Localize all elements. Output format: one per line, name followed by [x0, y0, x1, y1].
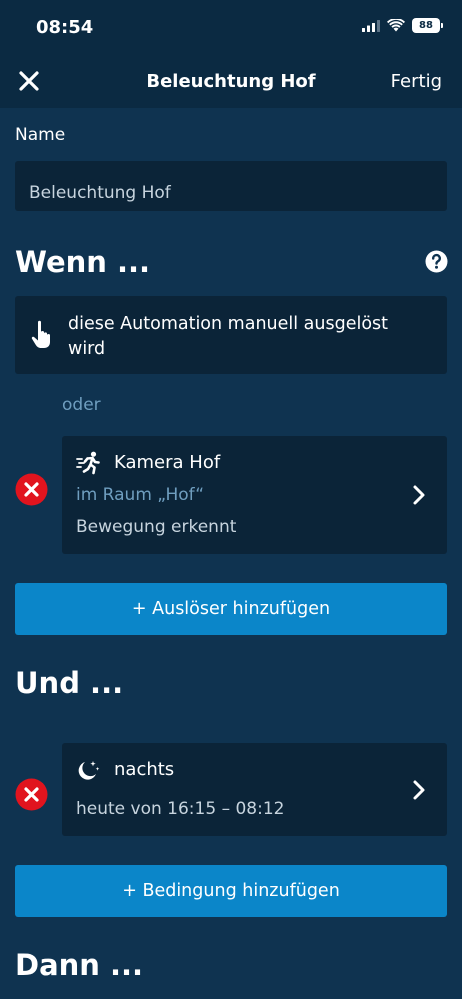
trigger-room: im Raum „Hof“: [76, 485, 204, 505]
trigger-event: Bewegung erkennt: [76, 517, 237, 537]
condition-detail: heute von 16:15 – 08:12: [76, 799, 285, 819]
trigger-title: Kamera Hof: [114, 452, 221, 473]
condition-card[interactable]: nachts heute von 16:15 – 08:12: [62, 743, 447, 836]
chevron-right-icon: [413, 780, 425, 800]
status-time: 08:54: [36, 17, 94, 38]
done-button[interactable]: Fertig: [391, 71, 442, 92]
wifi-icon: [387, 19, 405, 32]
moon-stars-icon: [78, 761, 100, 780]
trigger-card[interactable]: Kamera Hof im Raum „Hof“ Bewegung erkenn…: [62, 436, 447, 554]
or-label: oder: [62, 395, 101, 415]
name-field[interactable]: [15, 161, 447, 211]
add-trigger-button[interactable]: + Auslöser hinzufügen: [15, 583, 447, 635]
when-heading: Wenn ...: [15, 245, 151, 279]
running-person-icon: [76, 451, 100, 475]
status-icons: 88: [362, 18, 443, 33]
chevron-right-icon: [413, 485, 425, 505]
battery-indicator: 88: [412, 18, 443, 33]
help-icon[interactable]: [425, 250, 448, 273]
condition-title: nachts: [114, 759, 175, 780]
status-bar: 08:54 88: [0, 0, 462, 58]
and-heading: Und ...: [15, 666, 124, 700]
add-condition-button[interactable]: + Bedingung hinzufügen: [15, 865, 447, 917]
remove-condition-icon[interactable]: [15, 778, 48, 811]
signal-icon: [362, 19, 380, 32]
manual-trigger-text: diese Automation manuell ausgelöst wird: [68, 314, 389, 359]
then-heading: Dann ...: [15, 948, 144, 982]
name-label: Name: [15, 125, 66, 145]
hand-pointer-icon: [31, 320, 50, 348]
manual-trigger-card[interactable]: diese Automation manuell ausgelöst wird: [15, 296, 447, 374]
remove-trigger-icon[interactable]: [15, 473, 48, 506]
navigation-bar: Beleuchtung Hof Fertig: [0, 58, 462, 108]
